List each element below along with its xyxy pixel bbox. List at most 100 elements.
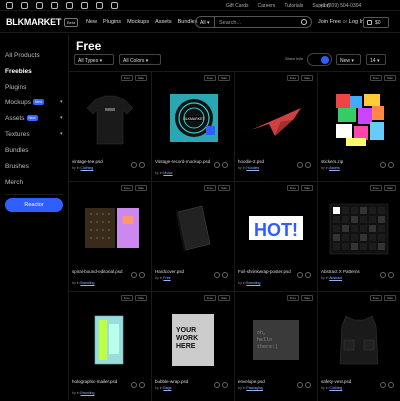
preview-icon[interactable] [222, 272, 228, 278]
product-card[interactable]: Free Sale spiral-bound-editorial.psd by in … [69, 181, 152, 291]
preview-icon[interactable] [388, 382, 394, 388]
add-icon[interactable] [131, 382, 137, 388]
sidebar-item-all-products[interactable]: All Products [5, 52, 40, 59]
product-card[interactable]: Free Sale Hardcover.psd by in Free [152, 181, 235, 291]
product-name[interactable]: Foil-shrinkwrap-poster.psd [238, 269, 298, 274]
per-page-select[interactable]: 14 ▾ [366, 54, 386, 65]
product-card[interactable]: Free Sale Abstract X Patterns by in Abstrac… [318, 181, 400, 291]
nav-assets[interactable]: Assets [155, 19, 172, 25]
product-thumbnail[interactable]: oh, hello there:) [241, 306, 311, 374]
product-thumbnail[interactable] [324, 86, 394, 154]
color-filter[interactable]: All Colors ▾ [119, 54, 161, 65]
preview-icon[interactable] [305, 272, 311, 278]
product-card[interactable]: Free Sale holographic-mailer.psd by in Bran… [69, 291, 152, 401]
twitter-icon[interactable] [36, 2, 43, 9]
category-link[interactable]: Branding [80, 391, 94, 395]
product-thumbnail[interactable] [324, 196, 394, 264]
product-thumbnail[interactable] [75, 86, 145, 154]
show-info-toggle[interactable] [307, 53, 332, 66]
add-icon[interactable] [380, 382, 386, 388]
category-link[interactable]: Hoodies [246, 166, 259, 170]
product-name[interactable]: Abstract X Patterns [321, 269, 381, 274]
sidebar-item-textures[interactable]: Textures ▾ [5, 131, 63, 138]
tiktok-icon[interactable] [66, 2, 73, 9]
gift-cards-link[interactable]: Gift Cards [226, 3, 249, 9]
product-card[interactable]: Free Sale BLKMARKET Vintage-record-mockup.p… [152, 71, 235, 181]
product-name[interactable]: Vintage-record-mockup.psd [155, 159, 215, 164]
preview-icon[interactable] [139, 272, 145, 278]
sort-select[interactable]: New ▾ [336, 54, 361, 65]
add-icon[interactable] [297, 382, 303, 388]
preview-icon[interactable] [388, 272, 394, 278]
add-icon[interactable] [380, 272, 386, 278]
category-link[interactable]: Branding [246, 281, 260, 285]
preview-icon[interactable] [305, 382, 311, 388]
product-card[interactable]: Free Sale stickers.zip by in Assets [318, 71, 400, 181]
category-link[interactable]: Clothing [80, 166, 93, 170]
twitch-icon[interactable] [96, 2, 103, 9]
add-icon[interactable] [131, 162, 137, 168]
add-icon[interactable] [297, 272, 303, 278]
tutorials-link[interactable]: Tutorials [284, 3, 303, 9]
sidebar-item-freebies[interactable]: Freebies [5, 68, 32, 75]
login-link[interactable]: Log In [349, 19, 364, 25]
product-thumbnail[interactable]: BLKMARKET [158, 86, 228, 154]
product-name[interactable]: envelope.psd [238, 379, 298, 384]
facebook-icon[interactable] [6, 2, 13, 9]
product-name[interactable]: spiral-bound-editorial.psd [72, 269, 132, 274]
preview-icon[interactable] [222, 382, 228, 388]
sidebar-item-merch[interactable]: Merch [5, 179, 23, 186]
discord-icon[interactable] [81, 2, 88, 9]
product-thumbnail[interactable] [324, 306, 394, 374]
instagram-icon[interactable] [21, 2, 28, 9]
product-thumbnail[interactable]: YOUR WORK HERE [158, 306, 228, 374]
product-name[interactable]: holographic-mailer.psd [72, 379, 132, 384]
category-link[interactable]: Abstract [329, 276, 342, 280]
sidebar-item-mockups[interactable]: Mockups New ▾ [5, 99, 63, 106]
add-icon[interactable] [214, 272, 220, 278]
preview-icon[interactable] [139, 162, 145, 168]
chevron-down-icon[interactable]: ▾ [60, 99, 63, 105]
preview-icon[interactable] [388, 162, 394, 168]
add-icon[interactable] [131, 272, 137, 278]
logo[interactable]: BLKMARKET [6, 17, 61, 27]
careers-link[interactable]: Careers [258, 3, 276, 9]
youtube-icon[interactable] [111, 2, 118, 9]
chevron-down-icon[interactable]: ▾ [60, 115, 63, 121]
search-icon[interactable] [301, 19, 307, 25]
sidebar-item-assets[interactable]: Assets New ▾ [5, 115, 63, 122]
preview-icon[interactable] [305, 162, 311, 168]
product-thumbnail[interactable] [241, 86, 311, 154]
product-card[interactable]: Free Sale oh, hello there:) envelope.psd by in… [235, 291, 318, 401]
sidebar-item-bundles[interactable]: Bundles [5, 147, 29, 154]
category-link[interactable]: Branding [80, 281, 94, 285]
search-input[interactable]: Search... [215, 16, 312, 28]
preview-icon[interactable] [222, 162, 228, 168]
category-select[interactable]: All ▾ [195, 16, 215, 28]
nav-mockups[interactable]: Mockups [127, 19, 149, 25]
product-card[interactable]: Free Sale vintage-tee.psd by in Clothing [69, 71, 152, 181]
product-name[interactable]: hoodie-2.psd [238, 159, 298, 164]
cart-button[interactable]: $0 [363, 17, 389, 28]
chevron-down-icon[interactable]: ▾ [60, 131, 63, 137]
category-link[interactable]: Assets [329, 166, 340, 170]
type-filter[interactable]: All Types ▾ [74, 54, 114, 65]
product-card[interactable]: Free Sale YOUR WORK HERE bubble-wrap.psd by in… [152, 291, 235, 401]
product-thumbnail[interactable] [75, 196, 145, 264]
product-thumbnail[interactable] [158, 196, 228, 264]
product-thumbnail[interactable] [75, 306, 145, 374]
product-name[interactable]: bubble-wrap.psd [155, 379, 215, 384]
product-name[interactable]: vintage-tee.psd [72, 159, 132, 164]
nav-new[interactable]: New [86, 19, 97, 25]
join-free-link[interactable]: Join Free [318, 19, 341, 25]
sidebar-item-brushes[interactable]: Brushes [5, 163, 29, 170]
product-name[interactable]: stickers.zip [321, 159, 381, 164]
category-link[interactable]: Clothing [329, 386, 342, 390]
category-link[interactable]: Free [163, 276, 170, 280]
add-icon[interactable] [214, 382, 220, 388]
product-card[interactable]: Free Sale hoodie-2.psd by in Hoodies [235, 71, 318, 181]
category-link[interactable]: Bags [163, 386, 171, 390]
product-name[interactable]: safety-vest.psd [321, 379, 381, 384]
add-icon[interactable] [214, 162, 220, 168]
sidebar-item-plugins[interactable]: Plugins [5, 84, 26, 91]
